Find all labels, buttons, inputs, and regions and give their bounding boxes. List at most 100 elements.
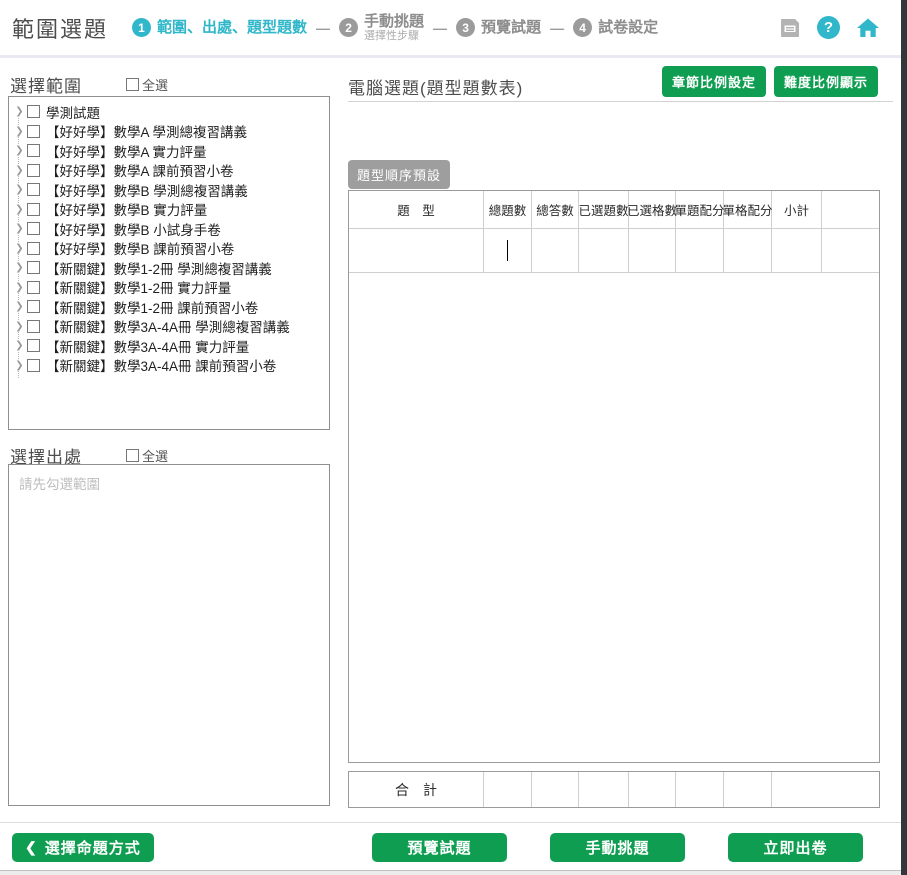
tree-item-label: 【新關鍵】數學3A-4A冊 實力評量 (46, 336, 249, 356)
table-body-cell[interactable] (349, 229, 484, 272)
expand-chevron-icon[interactable]: ❯ (13, 145, 26, 156)
tree-item-checkbox[interactable] (27, 222, 40, 235)
expand-chevron-icon[interactable]: ❯ (13, 321, 26, 332)
tree-item-checkbox[interactable] (27, 320, 40, 333)
step-number-badge: 2 (339, 18, 358, 37)
generate-exam-button[interactable]: 立即出卷 (728, 833, 863, 862)
tree-item[interactable]: ❯【好好學】數學A 學測總複習講義 (9, 122, 329, 142)
tree-item-checkbox[interactable] (27, 144, 40, 157)
step-number-badge: 4 (573, 18, 592, 37)
tree-item-checkbox[interactable] (27, 105, 40, 118)
range-select-all-checkbox[interactable] (126, 78, 139, 91)
step-2[interactable]: 2手動挑題選擇性步驟 (339, 13, 424, 42)
step-label: 範圍、出處、題型題數 (157, 19, 307, 36)
step-dash: — (433, 20, 447, 36)
tree-item[interactable]: ❯【好好學】數學B 課前預習小卷 (9, 239, 329, 259)
tree-item-label: 【好好學】數學B 小試身手卷 (46, 219, 221, 239)
tree-item-label: 【好好學】數學A 實力評量 (46, 141, 207, 161)
top-header: 範圍選題 1範圍、出處、題型題數—2手動挑題選擇性步驟—3預覽試題—4試卷設定 … (0, 0, 901, 58)
table-header-cell: 單格配分 (724, 191, 772, 228)
tree-item[interactable]: ❯ 【新關鍵】數學3A-4A冊 實力評量 (9, 336, 329, 356)
total-value-cell (772, 772, 879, 807)
table-header-cell: 單題配分 (676, 191, 724, 228)
tree-item[interactable]: ❯ 【好好學】數學B 小試身手卷 (9, 219, 329, 239)
difficulty-ratio-button[interactable]: 難度比例顯示 (774, 66, 878, 97)
table-body-cell[interactable] (676, 229, 724, 272)
chapter-ratio-button[interactable]: 章節比例設定 (662, 66, 766, 97)
table-header-cell: 題 型 (349, 191, 484, 228)
save-icon[interactable] (778, 16, 802, 40)
tree-item[interactable]: ❯ 【好好學】數學A 課前預習小卷 (9, 161, 329, 181)
tree-guide (18, 371, 19, 378)
tree-item-label: 學測試題 (46, 102, 100, 122)
tree-item[interactable]: ❯【新關鍵】數學1-2冊 實力評量 (9, 278, 329, 298)
help-icon[interactable]: ? (817, 16, 840, 39)
source-select-all-checkbox[interactable] (126, 449, 139, 462)
page-title: 範圍選題 (12, 12, 108, 44)
table-body-cell[interactable] (724, 229, 772, 272)
tree-item[interactable]: ❯ 【好好學】數學A 實力評量 (9, 141, 329, 161)
total-label-cell: 合 計 (349, 772, 484, 807)
step-dash: — (316, 20, 330, 36)
manual-pick-button[interactable]: 手動挑題 (550, 833, 685, 862)
tree-item[interactable]: ❯ 學測試題 (9, 102, 329, 122)
main-divider (348, 101, 893, 102)
expand-chevron-icon[interactable]: ❯ (13, 243, 26, 254)
header-icons: ? (778, 16, 881, 40)
step-1[interactable]: 1範圍、出處、題型題數 (132, 18, 307, 37)
tree-item[interactable]: ❯ 【好好學】數學B 實力評量 (9, 200, 329, 220)
back-button[interactable]: ❮ 選擇命題方式 (12, 833, 154, 862)
step-label: 手動挑題 (364, 13, 424, 30)
step-number-badge: 3 (456, 18, 475, 37)
range-select-all[interactable]: 全選 (126, 75, 168, 94)
tree-item[interactable]: ❯【新關鍵】數學1-2冊 課前預習小卷 (9, 297, 329, 317)
expand-chevron-icon[interactable]: ❯ (13, 360, 26, 371)
preview-questions-button[interactable]: 預覽試題 (372, 833, 507, 862)
table-header-cell: 已選題數 (579, 191, 629, 228)
range-section-header: 選擇範圍 全選 (10, 72, 168, 97)
step-indicator: 1範圍、出處、題型題數—2手動挑題選擇性步驟—3預覽試題—4試卷設定 (132, 13, 658, 42)
table-body-cell[interactable] (532, 229, 579, 272)
tree-item-checkbox[interactable] (27, 339, 40, 352)
main-panel-title: 電腦選題(題型題數表) (348, 74, 523, 99)
source-select-all[interactable]: 全選 (126, 446, 168, 465)
table-body-cell[interactable] (629, 229, 676, 272)
expand-chevron-icon[interactable]: ❯ (13, 204, 26, 215)
home-icon[interactable] (855, 16, 881, 40)
table-body-row (349, 229, 879, 273)
tree-item[interactable]: ❯【新關鍵】數學3A-4A冊 課前預習小卷 (9, 356, 329, 376)
tree-item-checkbox[interactable] (27, 359, 40, 372)
tree-item[interactable]: ❯【好好學】數學B 學測總複習講義 (9, 180, 329, 200)
tree-item[interactable]: ❯【新關鍵】數學1-2冊 學測總複習講義 (9, 258, 329, 278)
tree-item-checkbox[interactable] (27, 281, 40, 294)
expand-chevron-icon[interactable]: ❯ (13, 126, 26, 137)
tree-item[interactable]: ❯【新關鍵】數學3A-4A冊 學測總複習講義 (9, 317, 329, 337)
step-4[interactable]: 4試卷設定 (573, 18, 658, 37)
tree-item-checkbox[interactable] (27, 164, 40, 177)
step-3[interactable]: 3 預覽試題 (456, 18, 541, 37)
tree-item-checkbox[interactable] (27, 183, 40, 196)
expand-chevron-icon[interactable]: ❯ (13, 262, 26, 273)
expand-chevron-icon[interactable]: ❯ (13, 282, 26, 293)
table-body-cell[interactable] (822, 229, 879, 272)
type-order-default-button[interactable]: 題型順序預設 (348, 160, 450, 189)
tree-item-checkbox[interactable] (27, 125, 40, 138)
expand-chevron-icon[interactable]: ❯ (13, 301, 26, 312)
table-body-cell[interactable] (772, 229, 822, 272)
expand-chevron-icon[interactable]: ❯ (13, 340, 26, 351)
tree-item-checkbox[interactable] (27, 300, 40, 313)
expand-chevron-icon[interactable]: ❯ (13, 223, 26, 234)
tree-item-checkbox[interactable] (27, 242, 40, 255)
table-body-cell[interactable] (484, 229, 532, 272)
tree-item-label: 【好好學】數學B 實力評量 (46, 199, 207, 219)
expand-chevron-icon[interactable]: ❯ (13, 106, 26, 117)
total-value-cell (532, 772, 579, 807)
ratio-buttons: 章節比例設定 難度比例顯示 (662, 66, 878, 97)
expand-chevron-icon[interactable]: ❯ (13, 184, 26, 195)
tree-item-checkbox[interactable] (27, 261, 40, 274)
tree-item-label: 【好好學】數學A 課前預習小卷 (46, 160, 234, 180)
step-label: 預覽試題 (481, 19, 541, 36)
expand-chevron-icon[interactable]: ❯ (13, 165, 26, 176)
tree-item-checkbox[interactable] (27, 203, 40, 216)
table-body-cell[interactable] (579, 229, 629, 272)
